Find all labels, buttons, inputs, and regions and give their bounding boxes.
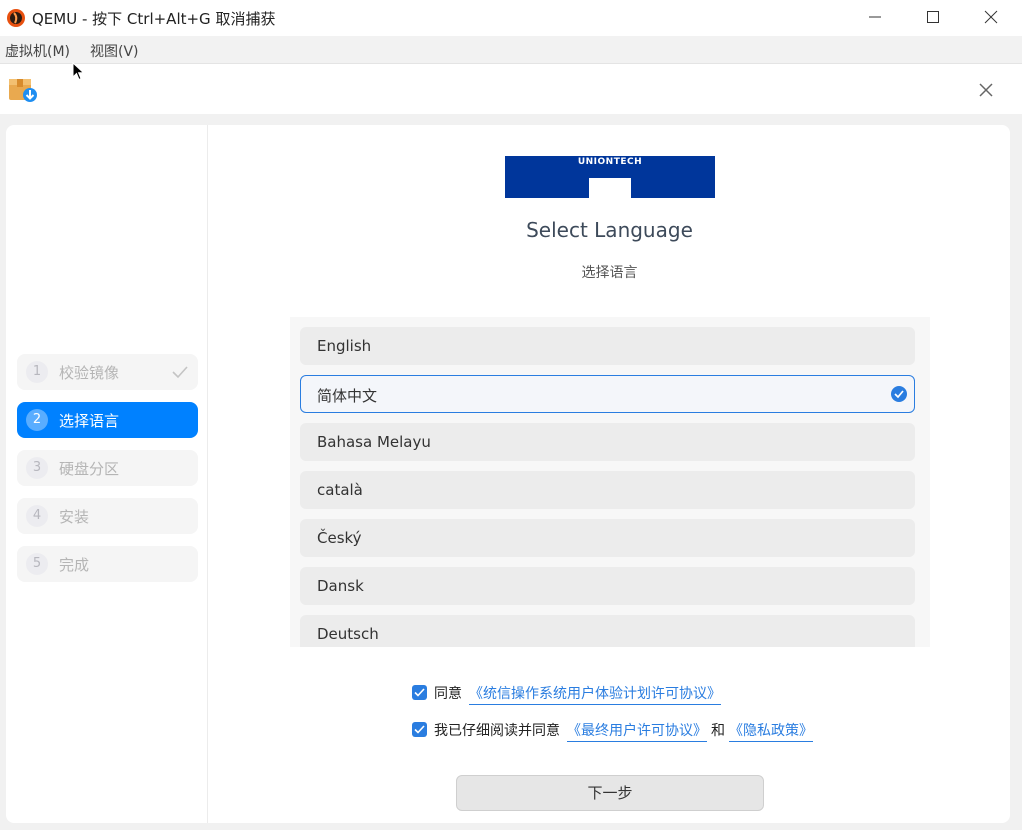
menu-vm[interactable]: 虚拟机(M) [5, 41, 70, 61]
language-name: Deutsch [317, 625, 379, 643]
language-name: English [317, 337, 372, 355]
step-finish[interactable]: 5 完成 [17, 546, 198, 582]
window-title: QEMU - 按下 Ctrl+Alt+G 取消捕获 [32, 10, 276, 28]
logo-text: UNIONTECH [577, 157, 643, 167]
selected-check-icon [891, 386, 907, 402]
experience-plan-license-link[interactable]: 《统信操作系统用户体验计划许可协议》 [469, 683, 721, 705]
uniontech-logo: UNIONTECH [505, 156, 715, 198]
step-number: 3 [26, 457, 48, 479]
language-list[interactable]: English 简体中文 Bahasa Melayu català Český [290, 317, 930, 647]
agreement-prefix: 我已仔细阅读并同意 [434, 723, 560, 739]
checkbox-check-icon [414, 725, 425, 734]
installer-package-icon [9, 79, 37, 102]
main-panel: UNIONTECH Select Language 选择语言 English 简… [209, 125, 1010, 823]
step-verify-image[interactable]: 1 校验镜像 [17, 354, 198, 390]
language-option[interactable]: Český [300, 519, 915, 557]
language-name: català [317, 481, 363, 499]
close-window-button[interactable] [962, 0, 1020, 34]
menu-view[interactable]: 视图(V) [90, 41, 139, 61]
language-name: 简体中文 [317, 387, 378, 405]
language-option[interactable]: Bahasa Melayu [300, 423, 915, 461]
language-option[interactable]: Deutsch [300, 615, 915, 647]
guest-screen: 1 校验镜像 2 选择语言 3 硬盘分区 4 安装 5 完成 UNIONTECH… [0, 64, 1022, 830]
close-icon [979, 83, 993, 97]
page-subtitle: 选择语言 [581, 265, 638, 281]
maximize-icon [927, 11, 939, 23]
step-select-language[interactable]: 2 选择语言 [17, 402, 198, 438]
language-name: Dansk [317, 577, 364, 595]
language-option[interactable]: Dansk [300, 567, 915, 605]
step-label: 安装 [59, 508, 90, 526]
eula-link[interactable]: 《最终用户许可协议》 [567, 720, 707, 742]
step-label: 硬盘分区 [59, 460, 120, 478]
agreement-prefix: 同意 [434, 686, 462, 702]
language-name: Bahasa Melayu [317, 433, 431, 451]
next-button[interactable]: 下一步 [456, 775, 764, 811]
agree-experience-checkbox[interactable] [412, 685, 427, 700]
minimize-icon [869, 16, 881, 18]
step-install[interactable]: 4 安装 [17, 498, 198, 534]
language-option[interactable]: 简体中文 [300, 375, 915, 413]
step-number: 5 [26, 553, 48, 575]
step-label: 校验镜像 [59, 364, 120, 382]
step-number: 1 [26, 361, 48, 383]
step-disk-partition[interactable]: 3 硬盘分区 [17, 450, 198, 486]
installer-topbar [0, 64, 1022, 114]
menubar: 虚拟机(M) 视图(V) [0, 36, 1022, 64]
minimize-button[interactable] [846, 0, 904, 34]
language-option[interactable]: català [300, 471, 915, 509]
qemu-icon [7, 9, 25, 27]
privacy-policy-link[interactable]: 《隐私政策》 [729, 720, 813, 742]
window-titlebar: QEMU - 按下 Ctrl+Alt+G 取消捕获 [0, 0, 1022, 36]
checkmark-icon [172, 366, 188, 379]
page-title: Select Language [526, 218, 693, 242]
step-number: 2 [26, 409, 48, 431]
language-option[interactable]: English [300, 327, 915, 365]
installer-card: 1 校验镜像 2 选择语言 3 硬盘分区 4 安装 5 完成 UNIONTECH… [6, 125, 1010, 823]
agree-eula-checkbox[interactable] [412, 722, 427, 737]
installer-close-button[interactable] [974, 78, 998, 102]
maximize-button[interactable] [904, 0, 962, 34]
agreement-joiner: 和 [711, 723, 725, 739]
step-sidebar: 1 校验镜像 2 选择语言 3 硬盘分区 4 安装 5 完成 [6, 125, 208, 823]
checkbox-check-icon [414, 688, 425, 697]
step-label: 完成 [59, 556, 90, 574]
mouse-cursor-icon [72, 62, 85, 81]
step-number: 4 [26, 505, 48, 527]
close-icon [984, 10, 998, 24]
language-name: Český [317, 529, 362, 547]
step-label: 选择语言 [59, 412, 120, 430]
